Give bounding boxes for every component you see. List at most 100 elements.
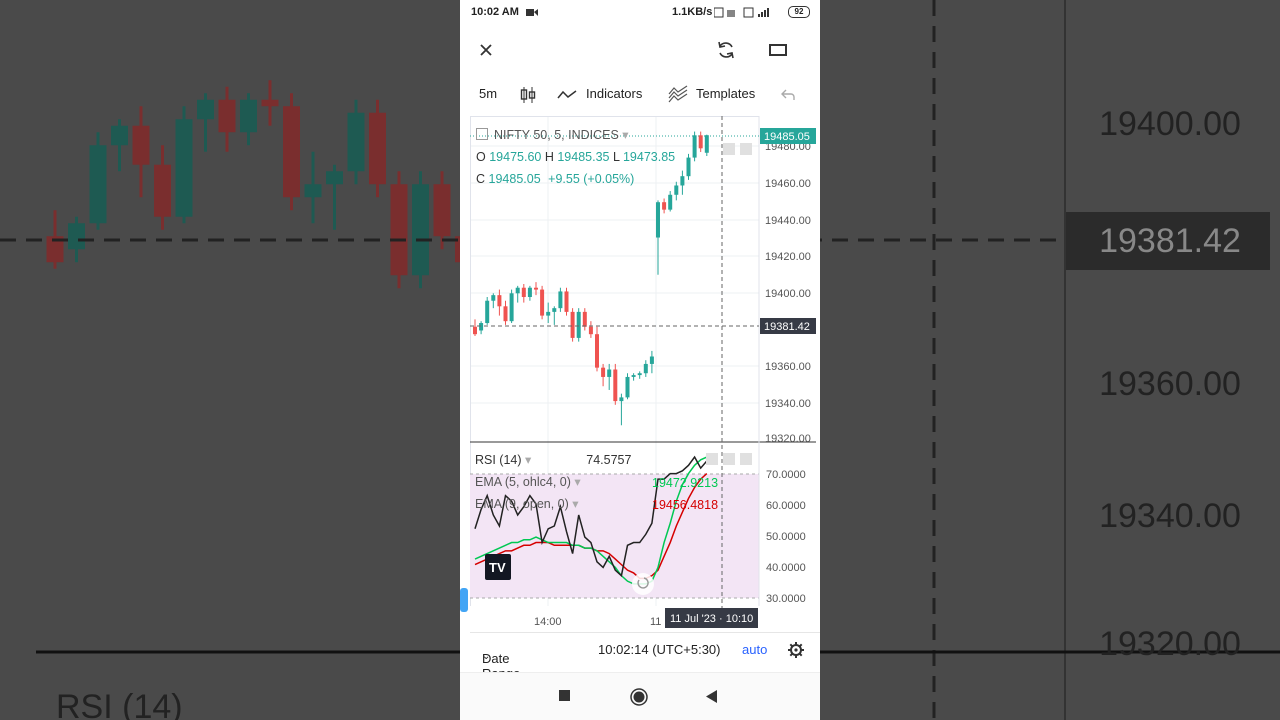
rsi-axis: 70.0000 60.0000 50.0000 40.0000 30.0000 <box>766 469 806 605</box>
background-candle-body <box>218 99 236 133</box>
symbol-name: NIFTY 50, 5, INDICES <box>494 128 619 142</box>
close-label: C <box>476 172 486 186</box>
candle-body <box>570 311 575 338</box>
pane-up-icon[interactable] <box>723 143 735 155</box>
candle-body <box>613 369 618 402</box>
candle-body <box>631 375 636 377</box>
candle-body <box>619 397 624 402</box>
last-price-label: 19485.05 <box>764 131 810 143</box>
background-candle-body <box>347 112 365 172</box>
candle-body <box>674 185 679 195</box>
price-tick: 19460.00 <box>765 178 811 190</box>
candle-body <box>497 295 502 307</box>
background-candle-body <box>261 99 279 107</box>
candle-body <box>588 326 593 335</box>
candle-body <box>625 376 630 398</box>
background-candle-body <box>283 106 300 198</box>
auto-scale-button[interactable]: auto <box>742 642 767 657</box>
ema5-legend[interactable]: EMA (5, ohlc4, 0) ▾ <box>475 474 581 489</box>
background-candle-body <box>369 112 386 185</box>
candle-body <box>527 287 532 298</box>
background-candle-body <box>68 223 85 250</box>
background-candle-body <box>175 119 193 217</box>
price-tick: 19440.00 <box>765 215 811 227</box>
symbol-legend[interactable]: NIFTY 50, 5, INDICES ▾ <box>476 127 629 142</box>
high-value: 19485.35 <box>557 150 610 164</box>
background-rsi-label: RSI (14) <box>56 688 183 720</box>
background-price-tick: 19320.00 <box>1099 625 1241 663</box>
chart-area[interactable]: 19480.00 19460.00 19440.00 19420.00 1940… <box>460 0 820 632</box>
ema9-legend[interactable]: EMA (9, open, 0) ▾ <box>475 496 579 511</box>
reset-chart-button[interactable] <box>632 573 654 595</box>
candle-body <box>485 300 490 324</box>
candle-body <box>680 176 685 186</box>
close-value: 19485.05 <box>488 172 541 186</box>
rsi-tick: 30.0000 <box>766 593 806 605</box>
time-tick: 11 <box>650 616 661 628</box>
background-candle-body <box>154 164 171 217</box>
phone-screen: 10:02 AM 1.1KB/s 92 5m Indicators Templa… <box>460 0 820 720</box>
candle-body <box>686 157 691 177</box>
ema5-value: 19472.9213 <box>652 476 719 490</box>
price-tick: 19400.00 <box>765 288 811 300</box>
background-candle-body <box>240 99 257 133</box>
rsi-legend[interactable]: RSI (14) ▾ 74.5757 <box>475 452 631 467</box>
candle-body <box>582 311 587 327</box>
background-price-tick: 19360.00 <box>1099 365 1241 403</box>
candle-body <box>698 135 703 149</box>
candle-body <box>692 135 697 158</box>
rsi-value: 74.5757 <box>586 453 632 467</box>
background-price-tick: 19400.00 <box>1099 105 1241 143</box>
crosshair-time-label: 11 Jul '23 · 10:10 <box>670 613 753 625</box>
candle-body <box>649 356 654 364</box>
candle-body <box>595 334 599 368</box>
collapse-legend-icon[interactable] <box>476 128 488 140</box>
background-candle-body <box>433 184 451 237</box>
candle-body <box>546 311 551 316</box>
candle-body <box>534 287 538 290</box>
clock: 10:02:14 (UTC+5:30) <box>598 642 721 657</box>
bottom-bar: Date Range ⌄ 10:02:14 (UTC+5:30) auto <box>470 632 820 681</box>
pane-maximize-icon[interactable] <box>740 143 752 155</box>
candle-body <box>521 287 526 298</box>
candle-body <box>558 291 563 309</box>
candle-body <box>509 293 514 322</box>
pane-close-icon[interactable] <box>723 453 735 465</box>
ema5-label: EMA (5, ohlc4, 0) <box>475 475 571 489</box>
candle-body <box>503 306 508 322</box>
side-panel-handle[interactable] <box>460 588 468 612</box>
background-crosshair-price-label: 19381.42 <box>1099 222 1241 260</box>
price-axis: 19480.00 19460.00 19440.00 19420.00 1940… <box>765 141 811 445</box>
background-price-tick: 19340.00 <box>1099 497 1241 535</box>
candle-body <box>552 308 557 312</box>
candle-body <box>515 287 520 294</box>
rsi-tick: 60.0000 <box>766 500 806 512</box>
candle-body <box>607 369 612 377</box>
close-legend: C 19485.05 +9.55 (+0.05%) <box>476 172 634 186</box>
ema9-label: EMA (9, open, 0) <box>475 497 569 511</box>
ema9-value: 19456.4818 <box>652 498 719 512</box>
back-icon[interactable] <box>706 690 718 703</box>
background-candle-body <box>197 99 214 120</box>
crosshair-price-label: 19381.42 <box>764 321 810 333</box>
low-label: L <box>612 150 620 164</box>
background-candle-body <box>132 125 150 165</box>
recents-icon[interactable] <box>559 690 571 702</box>
home-icon[interactable] <box>630 688 648 706</box>
pane-up-icon[interactable] <box>706 453 718 465</box>
rsi-tick: 70.0000 <box>766 469 806 481</box>
ohlc-legend: O 19475.60 H 19485.35 L 19473.85 <box>476 150 675 164</box>
time-axis: 14:00 11 <box>534 616 661 628</box>
high-label: H <box>544 150 554 164</box>
gear-icon[interactable] <box>788 642 804 658</box>
change-value: +9.55 (+0.05%) <box>548 172 635 186</box>
background-candle-body <box>111 125 128 146</box>
candle-body <box>564 291 569 312</box>
background-candle-body <box>326 171 343 185</box>
rsi-tick: 40.0000 <box>766 562 806 574</box>
background-candle-body <box>304 184 322 198</box>
background-candle-body <box>412 184 429 276</box>
candle-body <box>637 373 642 376</box>
pane-maximize-icon[interactable] <box>740 453 752 465</box>
candle-body <box>668 194 673 210</box>
